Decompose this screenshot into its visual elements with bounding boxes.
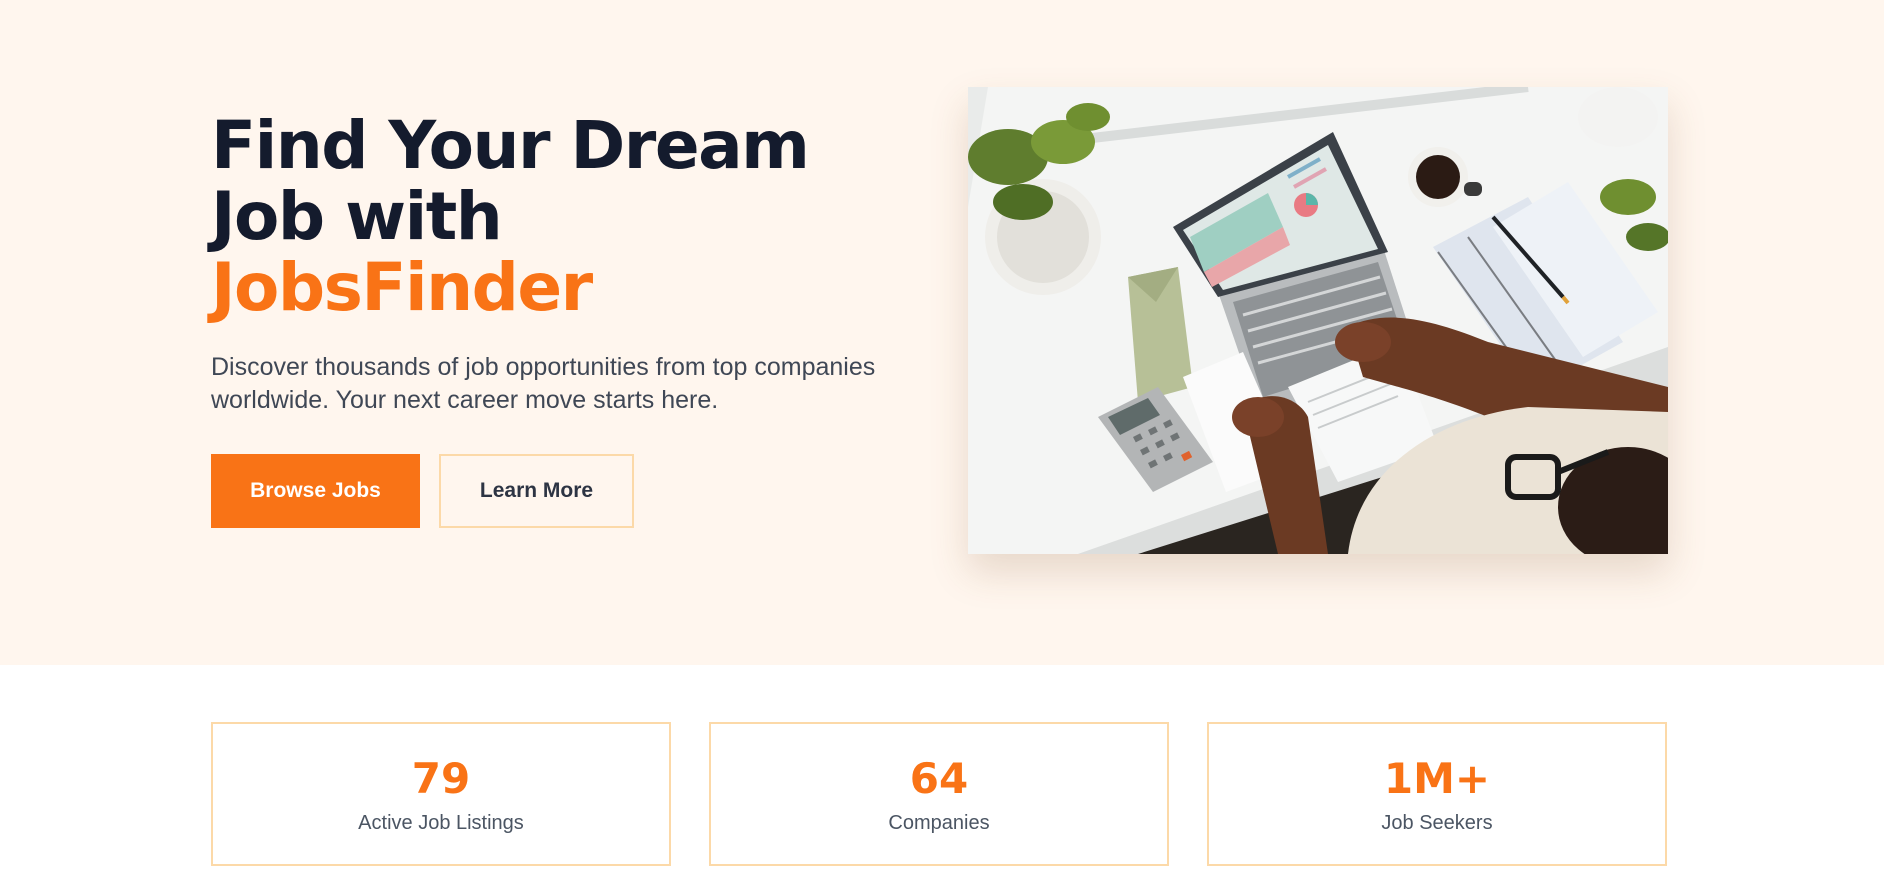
stat-value: 1M+ xyxy=(1383,753,1491,803)
hero-actions: Browse Jobs Learn More xyxy=(211,454,634,528)
hero-title-brand: JobsFinder xyxy=(211,249,593,326)
stat-card-job-seekers: 1M+ Job Seekers xyxy=(1207,722,1667,866)
stat-label: Job Seekers xyxy=(1381,811,1493,834)
stat-label: Companies xyxy=(888,811,990,834)
hero-title: Find Your Dream Job with JobsFinder xyxy=(211,110,911,323)
hero-title-line-2: Job with xyxy=(211,178,503,255)
learn-more-button[interactable]: Learn More xyxy=(439,454,634,528)
stat-value: 79 xyxy=(411,753,471,803)
stat-label: Active Job Listings xyxy=(358,811,524,834)
hero-workspace-photo xyxy=(968,87,1668,554)
stat-card-companies: 64 Companies xyxy=(709,722,1169,866)
stats-section: 79 Active Job Listings 64 Companies 1M+ … xyxy=(211,722,1667,866)
stat-value: 64 xyxy=(909,753,969,803)
hero-section: Find Your Dream Job with JobsFinder Disc… xyxy=(0,0,1884,665)
hero-description: Discover thousands of job opportunities … xyxy=(211,353,876,414)
hero-title-line-1: Find Your Dream xyxy=(211,107,810,184)
browse-jobs-button[interactable]: Browse Jobs xyxy=(211,454,420,528)
workspace-illustration xyxy=(968,87,1668,554)
stat-card-active-job-listings: 79 Active Job Listings xyxy=(211,722,671,866)
hero-copy: Find Your Dream Job with JobsFinder Disc… xyxy=(211,110,911,528)
